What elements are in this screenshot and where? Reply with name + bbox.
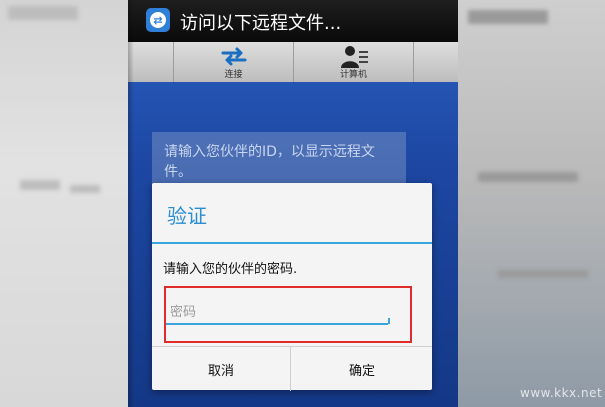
tab-bar: 连接 计算机: [128, 42, 458, 82]
dialog-title: 验证: [167, 204, 207, 228]
tab-spacer-left: [128, 42, 173, 82]
tab-computers[interactable]: 计算机: [293, 42, 413, 82]
app-title: 访问以下远程文件...: [180, 13, 342, 34]
dialog-button-row: 取消 确定: [152, 346, 432, 391]
input-underline-tick: [388, 318, 390, 324]
ok-button[interactable]: 确定: [292, 347, 432, 391]
computer-contacts-icon: [340, 46, 368, 68]
tab-computers-label: 计算机: [339, 70, 367, 80]
teamviewer-icon: ⇄: [146, 8, 170, 32]
tab-connect[interactable]: 连接: [173, 42, 293, 82]
tab-connect-label: 连接: [224, 70, 243, 80]
connect-arrows-icon: [221, 47, 246, 66]
watermark: www.kkx.net: [520, 386, 603, 400]
password-input[interactable]: [166, 301, 388, 325]
dialog-message: 请输入您的伙伴的密码.: [163, 262, 298, 277]
auth-dialog: 验证 请输入您的伙伴的密码. 取消 确定: [152, 183, 432, 391]
partner-id-hint: 请输入您伙伴的ID，以显示远程文件。: [152, 132, 406, 188]
cancel-button[interactable]: 取消: [152, 347, 291, 391]
background-left-blur: [0, 0, 128, 407]
background-right-blur: [458, 0, 605, 407]
dialog-divider: [152, 242, 432, 244]
screen-edge-shadow: [128, 0, 134, 407]
tab-spacer-right: [413, 42, 458, 82]
title-bar: ⇄ 访问以下远程文件...: [128, 0, 458, 42]
